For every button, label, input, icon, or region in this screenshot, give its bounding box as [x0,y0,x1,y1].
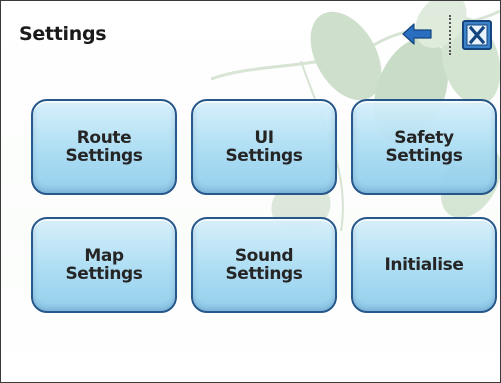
initialise-button[interactable]: Initialise [351,217,497,313]
route-settings-label: Route Settings [65,128,143,166]
sound-settings-label: Sound Settings [225,246,303,284]
safety-settings-label: Safety Settings [385,128,463,166]
settings-screen: Settings Route Settings UI Settings Safe… [0,0,501,383]
back-button[interactable] [399,19,435,49]
header-divider [449,15,451,55]
page-title: Settings [19,23,107,45]
close-button[interactable] [462,20,492,50]
map-settings-button[interactable]: Map Settings [31,217,177,313]
close-x-icon [462,20,492,50]
safety-settings-button[interactable]: Safety Settings [351,99,497,195]
ui-settings-label: UI Settings [225,128,303,166]
initialise-label: Initialise [384,255,464,275]
route-settings-button[interactable]: Route Settings [31,99,177,195]
map-settings-label: Map Settings [65,246,143,284]
ui-settings-button[interactable]: UI Settings [191,99,337,195]
back-arrow-icon [402,23,432,45]
sound-settings-button[interactable]: Sound Settings [191,217,337,313]
